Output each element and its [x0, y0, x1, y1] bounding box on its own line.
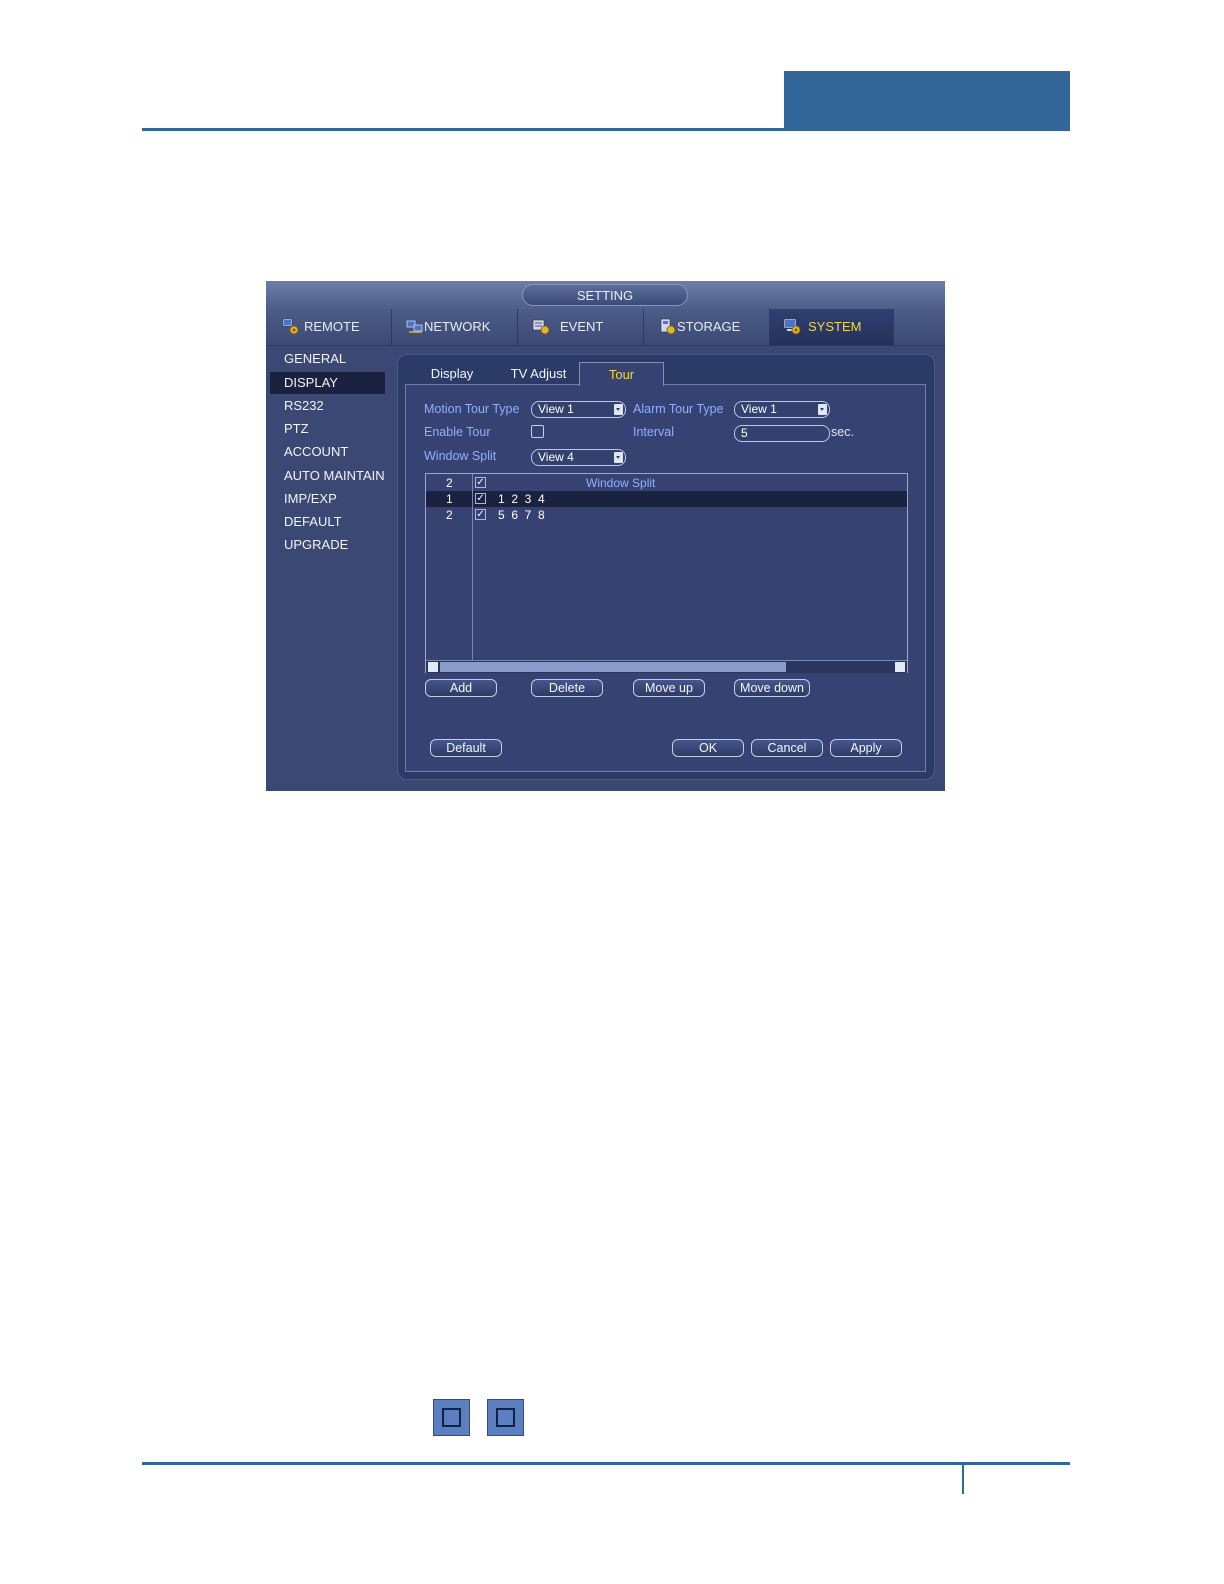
- cancel-button[interactable]: Cancel: [751, 739, 823, 757]
- alarm-tour-type-value: View 1: [741, 402, 777, 416]
- footer-rule: [142, 1462, 1070, 1465]
- tab-network-label: NETWORK: [424, 319, 491, 334]
- row-2-channels: 5 6 7 8: [498, 508, 545, 522]
- header-count: 2: [446, 476, 453, 490]
- window-title: SETTING: [522, 284, 688, 306]
- sidebar-item-rs232[interactable]: RS232: [270, 395, 385, 417]
- tab-storage[interactable]: STORAGE: [644, 309, 770, 345]
- add-button[interactable]: Add: [425, 679, 497, 697]
- move-down-button[interactable]: Move down: [734, 679, 810, 697]
- enable-tour-checkbox[interactable]: [531, 425, 544, 438]
- header-window-split: Window Split: [586, 476, 656, 490]
- delete-button[interactable]: Delete: [531, 679, 603, 697]
- screen-icon: [487, 1399, 524, 1436]
- sidebar-item-upgrade[interactable]: UPGRADE: [270, 534, 385, 556]
- rotate-icon: [433, 1399, 470, 1436]
- system-icon: [783, 318, 801, 335]
- scroll-right-arrow-icon[interactable]: [895, 662, 905, 672]
- sidebar-item-display[interactable]: DISPLAY: [270, 372, 385, 394]
- remote-icon: [282, 318, 299, 335]
- apply-button[interactable]: Apply: [830, 739, 902, 757]
- sidebar-item-account[interactable]: ACCOUNT: [270, 441, 385, 463]
- horizontal-scrollbar[interactable]: [426, 660, 907, 673]
- sidebar-item-auto-maintain[interactable]: AUTO MAINTAIN: [270, 465, 385, 487]
- storage-icon: [660, 318, 676, 335]
- tab-remote[interactable]: REMOTE: [266, 309, 392, 345]
- window-split-select[interactable]: View 4: [531, 449, 626, 466]
- chevron-down-icon: [614, 404, 623, 415]
- main-tab-bar: REMOTE NETWORK EVENT STORAGE SYSTEM: [266, 309, 945, 346]
- tab-system[interactable]: SYSTEM: [770, 309, 894, 345]
- enable-tour-label: Enable Tour: [424, 425, 491, 439]
- chevron-down-icon: [614, 452, 623, 463]
- tour-list-table: 2 ✓ Window Split 1 ✓ 1 2 3 4 2 ✓ 5 6 7 8: [425, 473, 908, 673]
- sidebar-item-imp-exp[interactable]: IMP/EXP: [270, 488, 385, 510]
- window-split-label: Window Split: [424, 449, 497, 463]
- network-icon: [406, 320, 423, 333]
- sidebar-item-ptz[interactable]: PTZ: [270, 418, 385, 440]
- header-block: [784, 71, 1070, 131]
- move-up-button[interactable]: Move up: [633, 679, 705, 697]
- scroll-thumb[interactable]: [440, 662, 786, 672]
- footer-divider: [962, 1465, 964, 1494]
- screen-icon-frame: [496, 1408, 515, 1427]
- tab-network[interactable]: NETWORK: [392, 309, 518, 345]
- column-divider: [472, 474, 473, 660]
- interval-input[interactable]: 5: [734, 425, 830, 442]
- interval-label: Interval: [633, 425, 674, 439]
- row-2-checkbox[interactable]: ✓: [475, 509, 486, 520]
- scroll-left-arrow-icon[interactable]: [428, 662, 438, 672]
- event-icon: [532, 319, 550, 335]
- row-1-checkbox[interactable]: ✓: [475, 493, 486, 504]
- row-1-channels: 1 2 3 4: [498, 492, 545, 506]
- default-button[interactable]: Default: [430, 739, 502, 757]
- title-bar: SETTING: [266, 281, 945, 309]
- motion-tour-type-select[interactable]: View 1: [531, 401, 626, 418]
- row-1-index: 1: [446, 492, 453, 506]
- rotate-icon-frame: [442, 1408, 461, 1427]
- window-split-value: View 4: [538, 450, 574, 464]
- tab-tv-adjust[interactable]: TV Adjust: [496, 362, 581, 385]
- tab-event-label: EVENT: [560, 319, 604, 334]
- sidebar-item-default[interactable]: DEFAULT: [270, 511, 385, 533]
- tab-remote-label: REMOTE: [304, 319, 360, 334]
- interval-unit: sec.: [831, 425, 854, 439]
- header-rule: [142, 128, 1070, 131]
- motion-tour-type-label: Motion Tour Type: [424, 402, 520, 416]
- alarm-tour-type-select[interactable]: View 1: [734, 401, 830, 418]
- chevron-down-icon: [818, 404, 827, 415]
- alarm-tour-type-label: Alarm Tour Type: [633, 402, 724, 416]
- ok-button[interactable]: OK: [672, 739, 744, 757]
- tab-tour[interactable]: Tour: [579, 362, 664, 386]
- motion-tour-type-value: View 1: [538, 402, 574, 416]
- tab-system-label: SYSTEM: [808, 319, 862, 334]
- header-select-all-checkbox[interactable]: ✓: [475, 477, 486, 488]
- tab-storage-label: STORAGE: [677, 319, 741, 334]
- tab-event[interactable]: EVENT: [518, 309, 644, 345]
- tab-display[interactable]: Display: [411, 362, 493, 385]
- setting-window: SETTING REMOTE NETWORK EVENT STORAGE SYS…: [266, 281, 945, 791]
- row-2-index: 2: [446, 508, 453, 522]
- sidebar-item-general[interactable]: GENERAL: [270, 348, 385, 370]
